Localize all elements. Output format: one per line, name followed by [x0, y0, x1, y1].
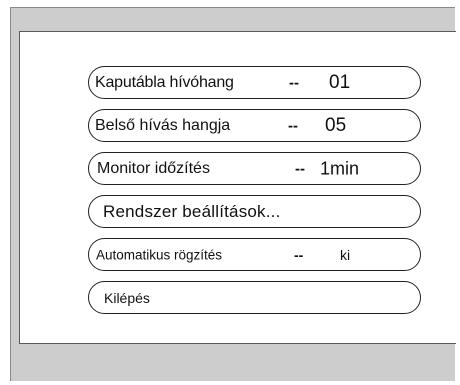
menu-item-label: Belső hívás hangja: [95, 116, 231, 134]
menu-item-separator: --: [289, 74, 299, 91]
menu-item-value: ki: [340, 246, 351, 263]
menu-item-door-panel-ringtone[interactable]: Kaputábla hívóhang -- 01: [88, 66, 421, 99]
menu-item-separator: --: [288, 117, 298, 134]
menu-screen: Kaputábla hívóhang -- 01 Belső hívás han…: [19, 31, 456, 344]
menu-item-exit[interactable]: Kilépés: [88, 281, 421, 314]
menu-item-system-settings[interactable]: Rendszer beállítások...: [88, 195, 421, 228]
menu-item-separator: --: [294, 246, 304, 263]
menu-item-value: 1min: [320, 158, 360, 178]
menu-item-label: Automatikus rögzítés: [96, 247, 223, 262]
menu-item-auto-record[interactable]: Automatikus rögzítés -- ki: [88, 238, 421, 271]
menu-item-label: Kilépés: [104, 289, 150, 306]
menu-item-separator: --: [295, 160, 305, 177]
menu-item-value: 05: [325, 114, 347, 136]
menu-item-label: Rendszer beállítások...: [103, 201, 281, 221]
menu-item-label: Monitor időzítés: [97, 159, 210, 177]
menu-item-monitor-timing[interactable]: Monitor időzítés -- 1min: [88, 152, 421, 185]
menu-item-internal-call-tone[interactable]: Belső hívás hangja -- 05: [88, 109, 421, 142]
menu-item-value: 01: [329, 71, 351, 93]
device-frame: Kaputábla hívóhang -- 01 Belső hívás han…: [10, 7, 456, 381]
menu-item-label: Kaputábla hívóhang: [95, 73, 234, 91]
